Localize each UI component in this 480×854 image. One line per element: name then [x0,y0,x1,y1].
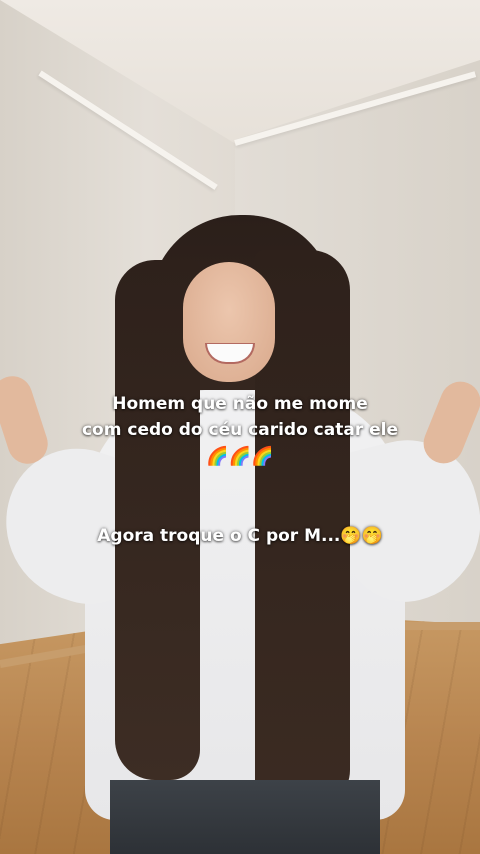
face [183,262,275,382]
caption-line-4: Agora troque o C por M...🤭🤭 [97,526,383,546]
baseboard-right [400,622,480,630]
video-frame[interactable]: Homem que não me mome com cedo do céu ca… [0,0,480,854]
caption-line-2: com cedo do céu carido catar ele [81,420,399,440]
jeans [110,780,380,854]
caption-rainbow-emojis: 🌈🌈🌈 [206,446,274,467]
caption-line-1: Homem que não me mome [112,394,368,414]
